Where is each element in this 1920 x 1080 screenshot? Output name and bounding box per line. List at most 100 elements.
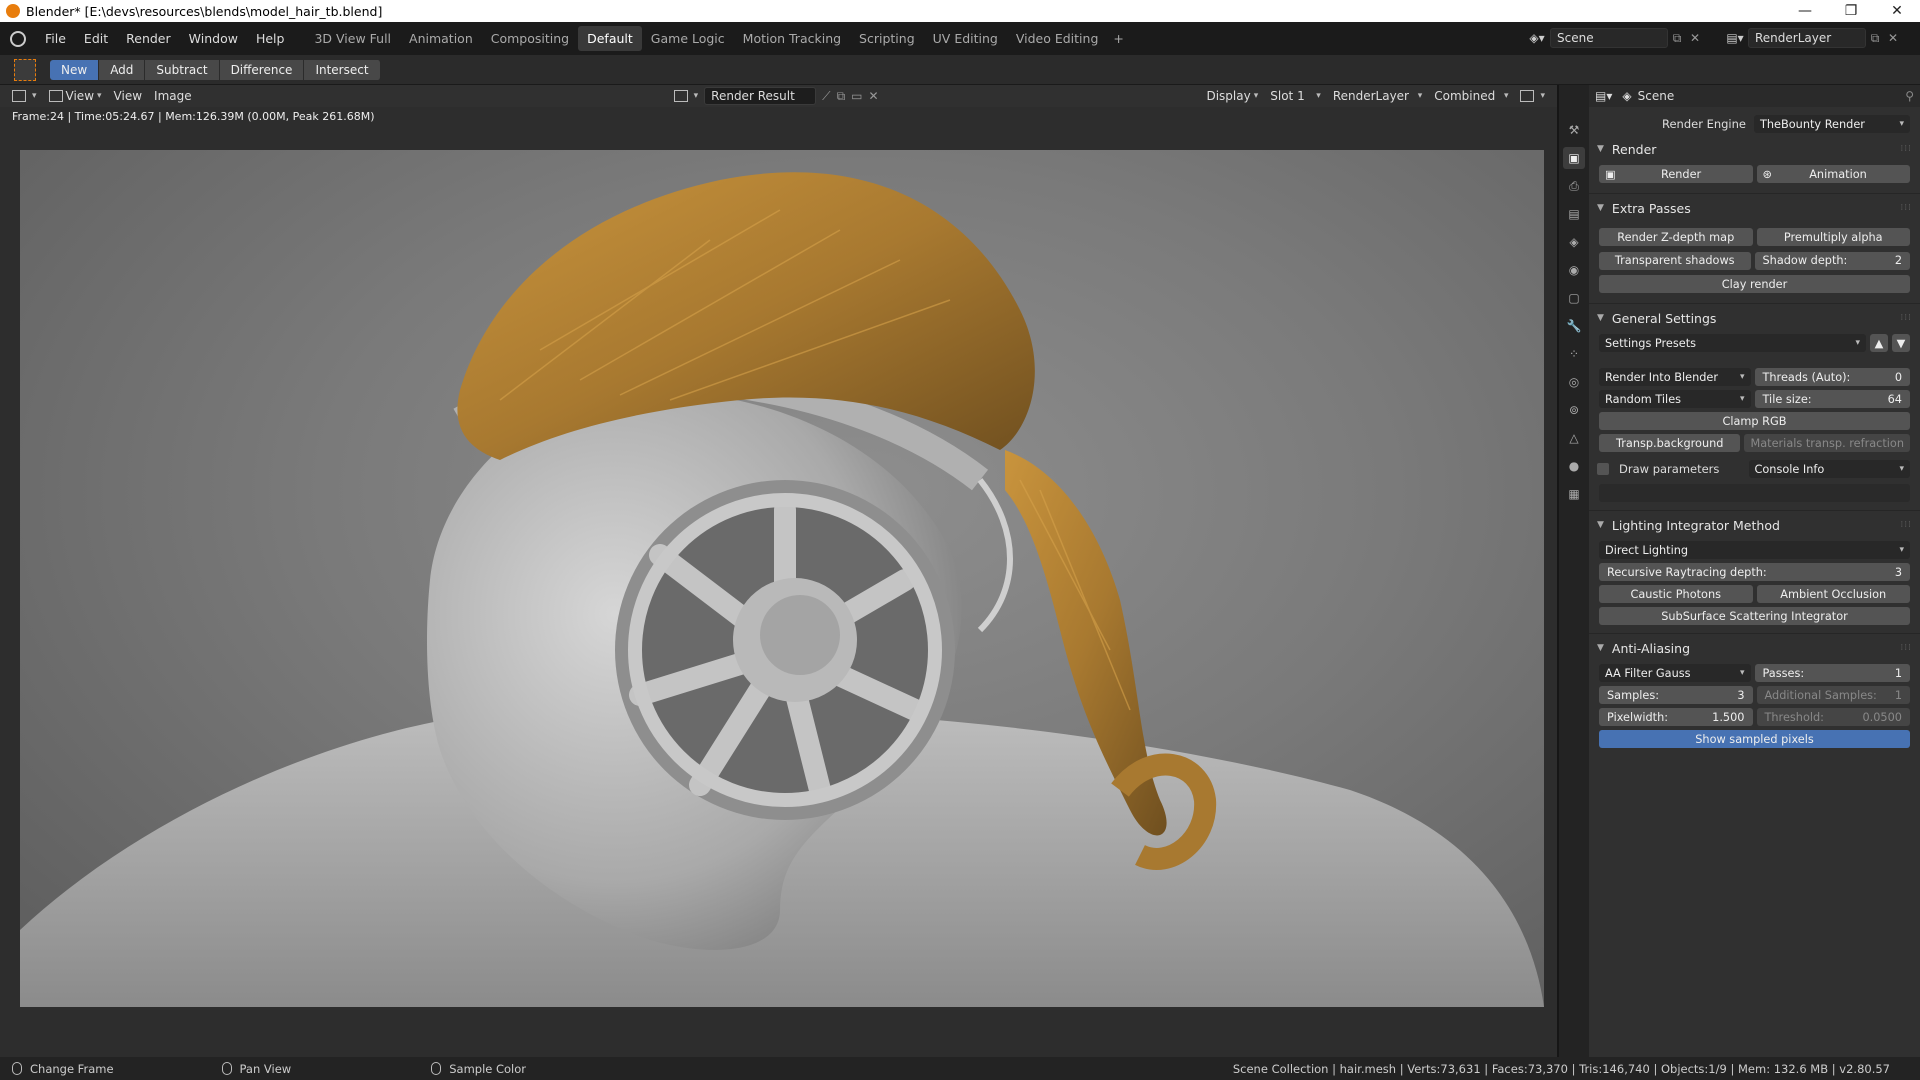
aa-samples-field[interactable]: Samples: 3 xyxy=(1599,686,1753,704)
image-name-field[interactable]: Render Result xyxy=(704,87,817,105)
panel-anti-aliasing-header[interactable]: ▼ Anti-Aliasing ⁞⁞⁞ xyxy=(1589,634,1920,662)
texture-tab-icon[interactable]: ▦ xyxy=(1563,483,1585,505)
preset-add-icon[interactable]: ▲ xyxy=(1870,334,1888,352)
display-dropdown[interactable]: Display ▾ xyxy=(1200,89,1264,103)
mode-new-button[interactable]: New xyxy=(50,59,100,80)
tab-uv-editing[interactable]: UV Editing xyxy=(924,26,1007,51)
lighting-method-dropdown[interactable]: Direct Lighting ▾ xyxy=(1599,541,1910,559)
editor-type-button[interactable]: ▾ xyxy=(6,90,43,102)
select-box-tool-icon[interactable] xyxy=(14,58,36,81)
empty-field[interactable] xyxy=(1599,484,1910,502)
delete-view-layer-icon[interactable]: ✕ xyxy=(1884,31,1902,45)
image-browse-button[interactable]: ▾ xyxy=(668,90,705,102)
clamp-rgb-toggle[interactable]: Clamp RGB xyxy=(1599,412,1910,430)
new-scene-icon[interactable]: ⧉ xyxy=(1668,31,1686,46)
materials-transp-refraction-toggle[interactable]: Materials transp. refraction xyxy=(1744,434,1910,452)
pass-dropdown[interactable]: Combined ▾ xyxy=(1428,89,1514,103)
scene-icon[interactable]: ◈▾ xyxy=(1524,28,1550,48)
mode-difference-button[interactable]: Difference xyxy=(219,59,305,80)
mode-intersect-button[interactable]: Intersect xyxy=(304,59,381,80)
aa-passes-field[interactable]: Passes: 1 xyxy=(1754,664,1910,682)
settings-presets-dropdown[interactable]: Settings Presets ▾ xyxy=(1599,334,1866,352)
particles-tab-icon[interactable]: ⁘ xyxy=(1563,343,1585,365)
clay-render-toggle[interactable]: Clay render xyxy=(1599,275,1910,293)
render-animation-button[interactable]: ⊛ Animation xyxy=(1756,165,1910,183)
fake-user-icon[interactable]: ⟋ xyxy=(822,89,836,104)
menu-help[interactable]: Help xyxy=(247,31,294,46)
view-layer-tab-icon[interactable]: ▤ xyxy=(1563,203,1585,225)
aa-pixelwidth-field[interactable]: Pixelwidth: 1.500 xyxy=(1599,708,1753,726)
mode-subtract-button[interactable]: Subtract xyxy=(145,59,220,80)
view-mode-dropdown[interactable]: View ▾ xyxy=(43,89,108,103)
transp-background-toggle[interactable]: Transp.background xyxy=(1599,434,1741,452)
material-tab-icon[interactable]: ● xyxy=(1563,455,1585,477)
output-tab-icon[interactable]: ⎙ xyxy=(1563,175,1585,197)
console-info-dropdown[interactable]: Console Info ▾ xyxy=(1748,460,1910,478)
raytracing-depth-field[interactable]: Recursive Raytracing depth: 3 xyxy=(1599,563,1910,581)
tiles-order-dropdown[interactable]: Random Tiles ▾ xyxy=(1599,390,1751,408)
view-layer-icon[interactable]: ▤▾ xyxy=(1722,28,1748,48)
menu-render[interactable]: Render xyxy=(117,31,180,46)
premultiply-toggle[interactable]: Premultiply alpha xyxy=(1756,228,1910,246)
new-image-icon[interactable]: ⧉ xyxy=(837,89,852,104)
render-engine-dropdown[interactable]: TheBounty Render ▾ xyxy=(1754,115,1910,133)
open-image-icon[interactable]: ▭ xyxy=(851,89,868,103)
scene-tab-icon[interactable]: ◈ xyxy=(1563,231,1585,253)
panel-general-settings-header[interactable]: ▼ General Settings ⁞⁞⁞ xyxy=(1589,304,1920,332)
panel-lighting-header[interactable]: ▼ Lighting Integrator Method ⁞⁞⁞ xyxy=(1589,511,1920,539)
drag-handle-icon[interactable]: ⁞⁞⁞ xyxy=(1900,313,1912,323)
draw-parameters-checkbox[interactable]: Draw parameters xyxy=(1597,462,1747,476)
tab-compositing[interactable]: Compositing xyxy=(482,26,578,51)
tab-scripting[interactable]: Scripting xyxy=(850,26,924,51)
scene-field[interactable]: Scene xyxy=(1550,28,1668,48)
show-sampled-pixels-toggle[interactable]: Show sampled pixels xyxy=(1599,730,1910,748)
tile-size-field[interactable]: Tile size: 64 xyxy=(1754,390,1910,408)
tool-tab-icon[interactable]: ⚒ xyxy=(1563,119,1585,141)
threads-field[interactable]: Threads (Auto): 0 xyxy=(1754,368,1910,386)
panel-extra-passes-header[interactable]: ▼ Extra Passes ⁞⁞⁞ xyxy=(1589,194,1920,222)
new-view-layer-icon[interactable]: ⧉ xyxy=(1866,31,1884,46)
scopes-button[interactable]: ▾ xyxy=(1514,90,1551,102)
render-tab-icon[interactable]: ▣ xyxy=(1563,147,1585,169)
object-tab-icon[interactable]: ▢ xyxy=(1563,287,1585,309)
aa-threshold-field[interactable]: Threshold: 0.0500 xyxy=(1756,708,1910,726)
tab-animation[interactable]: Animation xyxy=(400,26,482,51)
tab-motion-tracking[interactable]: Motion Tracking xyxy=(734,26,850,51)
render-result-image[interactable] xyxy=(20,150,1544,1007)
data-tab-icon[interactable]: △ xyxy=(1563,427,1585,449)
close-button[interactable]: ✕ xyxy=(1874,3,1920,19)
image-viewer[interactable] xyxy=(0,107,1557,1057)
tab-3d-view-full[interactable]: 3D View Full xyxy=(305,26,400,51)
menu-window[interactable]: Window xyxy=(180,31,247,46)
transparent-shadows-toggle[interactable]: Transparent shadows xyxy=(1599,251,1751,270)
properties-editor-type-icon[interactable]: ▤▾ xyxy=(1595,89,1612,103)
drag-handle-icon[interactable]: ⁞⁞⁞ xyxy=(1900,643,1912,653)
mode-add-button[interactable]: Add xyxy=(99,59,146,80)
menu-file[interactable]: File xyxy=(36,31,75,46)
maximize-button[interactable]: ❐ xyxy=(1828,3,1874,19)
unlink-image-icon[interactable]: ✕ xyxy=(868,89,884,103)
tab-video-editing[interactable]: Video Editing xyxy=(1007,26,1108,51)
preset-remove-icon[interactable]: ▼ xyxy=(1892,334,1910,352)
blender-menu-icon[interactable] xyxy=(10,30,26,47)
panel-render-header[interactable]: ▼ Render ⁞⁞⁞ xyxy=(1589,135,1920,163)
render-image-button[interactable]: ▣ Render xyxy=(1599,165,1753,183)
view-layer-field[interactable]: RenderLayer xyxy=(1748,28,1866,48)
pin-icon[interactable]: ⚲ xyxy=(1905,89,1914,103)
shadow-depth-field[interactable]: Shadow depth: 2 xyxy=(1754,251,1910,270)
layer-dropdown[interactable]: RenderLayer ▾ xyxy=(1327,89,1428,103)
sss-integrator-toggle[interactable]: SubSurface Scattering Integrator xyxy=(1599,607,1910,625)
ambient-occlusion-toggle[interactable]: Ambient Occlusion xyxy=(1756,585,1910,603)
menu-image[interactable]: Image xyxy=(148,89,198,103)
drag-handle-icon[interactable]: ⁞⁞⁞ xyxy=(1900,203,1912,213)
slot-dropdown[interactable]: Slot 1 ▾ xyxy=(1264,89,1327,103)
menu-view[interactable]: View xyxy=(108,89,148,103)
add-workspace-icon[interactable]: + xyxy=(1107,26,1129,51)
world-tab-icon[interactable]: ◉ xyxy=(1563,259,1585,281)
constraints-tab-icon[interactable]: ⊚ xyxy=(1563,399,1585,421)
tab-game-logic[interactable]: Game Logic xyxy=(642,26,734,51)
aa-filter-dropdown[interactable]: AA Filter Gauss ▾ xyxy=(1599,664,1751,682)
modifier-tab-icon[interactable]: 🔧 xyxy=(1563,315,1585,337)
render-into-dropdown[interactable]: Render Into Blender ▾ xyxy=(1599,368,1751,386)
minimize-button[interactable]: — xyxy=(1782,3,1828,19)
